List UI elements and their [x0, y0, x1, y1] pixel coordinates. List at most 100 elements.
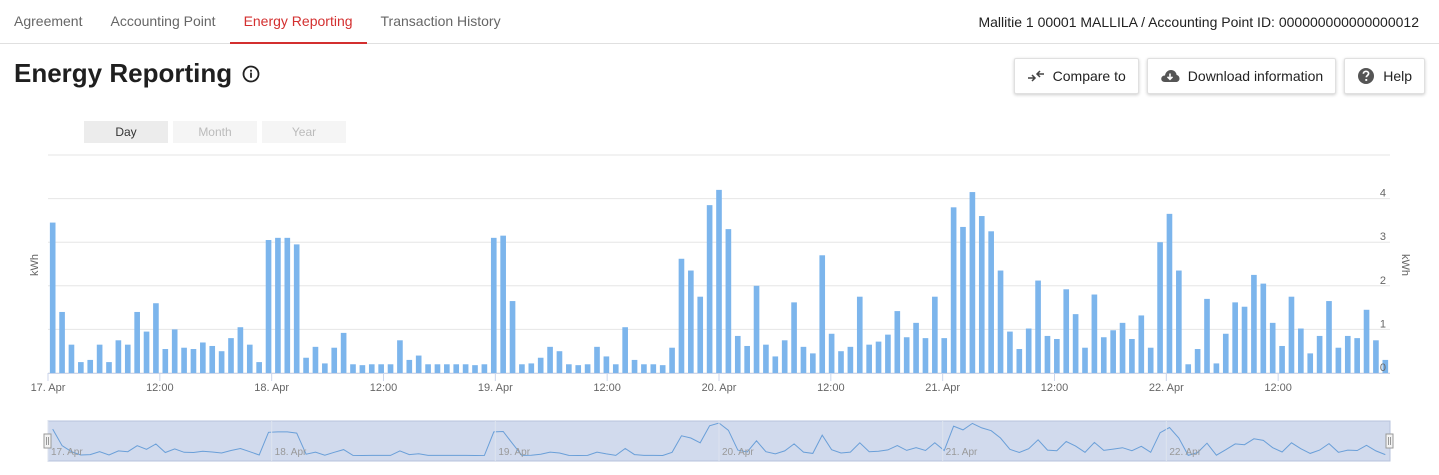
bar[interactable]	[481, 364, 488, 373]
bar[interactable]	[1251, 274, 1257, 373]
bar[interactable]	[49, 222, 56, 373]
bar[interactable]	[706, 205, 713, 373]
bar[interactable]	[275, 237, 281, 373]
bar[interactable]	[293, 244, 300, 373]
bar[interactable]	[68, 344, 75, 373]
bar[interactable]	[772, 356, 779, 373]
bar[interactable]	[603, 356, 610, 373]
download-button[interactable]: Download information	[1146, 58, 1337, 94]
bar[interactable]	[763, 344, 769, 373]
bar[interactable]	[819, 255, 826, 373]
navigator-handle-right[interactable]	[1385, 433, 1394, 449]
bar[interactable]	[228, 338, 234, 373]
bar[interactable]	[1335, 347, 1342, 373]
help-button[interactable]: Help	[1344, 58, 1425, 94]
bar[interactable]	[237, 327, 244, 373]
bar[interactable]	[866, 344, 872, 373]
info-icon[interactable]	[242, 65, 260, 83]
bar[interactable]	[894, 311, 901, 373]
compare-button[interactable]: Compare to	[1013, 58, 1139, 94]
bar[interactable]	[78, 362, 84, 373]
bar[interactable]	[753, 285, 760, 373]
navigator-handle-left[interactable]	[43, 433, 52, 449]
bar[interactable]	[1138, 315, 1145, 373]
bar[interactable]	[1326, 301, 1332, 373]
bar[interactable]	[1157, 242, 1163, 373]
bar[interactable]	[359, 365, 366, 373]
bar[interactable]	[669, 347, 675, 373]
bar[interactable]	[453, 364, 460, 373]
bar[interactable]	[932, 296, 938, 373]
bar[interactable]	[303, 357, 309, 373]
bar[interactable]	[519, 364, 525, 373]
bar[interactable]	[547, 346, 553, 373]
navigator[interactable]: 17. Apr 18. Apr 19. Apr 20. Apr 21. Apr 22. A…	[43, 420, 1394, 462]
bar[interactable]	[847, 346, 854, 373]
bar[interactable]	[162, 349, 169, 373]
tab-accounting-point[interactable]: Accounting Point	[96, 0, 229, 44]
bar[interactable]	[200, 342, 206, 373]
bar[interactable]	[190, 349, 197, 373]
bar[interactable]	[575, 365, 582, 373]
bar[interactable]	[256, 362, 262, 373]
bar[interactable]	[1176, 270, 1182, 373]
bar[interactable]	[828, 333, 835, 373]
bar[interactable]	[96, 344, 103, 373]
bar[interactable]	[528, 363, 535, 373]
bar[interactable]	[265, 240, 272, 373]
bar[interactable]	[913, 322, 919, 373]
bar[interactable]	[322, 363, 328, 373]
bar[interactable]	[997, 270, 1004, 373]
bar[interactable]	[1288, 296, 1295, 373]
bar[interactable]	[134, 311, 140, 373]
bar[interactable]	[1204, 298, 1210, 373]
bar[interactable]	[59, 311, 65, 373]
bar[interactable]	[659, 365, 666, 373]
bar[interactable]	[1363, 309, 1370, 373]
bar[interactable]	[1025, 328, 1032, 373]
bar[interactable]	[171, 329, 178, 373]
bar[interactable]	[941, 338, 948, 373]
bar[interactable]	[87, 359, 94, 373]
bar[interactable]	[368, 364, 375, 373]
bar[interactable]	[143, 331, 150, 373]
bar[interactable]	[1260, 283, 1267, 373]
bar[interactable]	[415, 355, 422, 373]
bar[interactable]	[1222, 333, 1229, 373]
bar[interactable]	[612, 364, 619, 373]
bar[interactable]	[284, 237, 291, 373]
bar[interactable]	[594, 346, 600, 373]
bar[interactable]	[622, 327, 628, 373]
bar[interactable]	[838, 351, 844, 373]
bar[interactable]	[434, 364, 441, 373]
tab-energy-reporting[interactable]: Energy Reporting	[229, 0, 367, 44]
bar[interactable]	[556, 351, 563, 373]
bar[interactable]	[1119, 322, 1126, 373]
bar[interactable]	[1241, 306, 1248, 373]
bar[interactable]	[988, 231, 994, 373]
bar[interactable]	[1016, 349, 1023, 373]
bar[interactable]	[1166, 213, 1173, 373]
bar[interactable]	[1129, 338, 1135, 373]
bar[interactable]	[1354, 338, 1360, 373]
bar[interactable]	[1232, 302, 1238, 373]
bar[interactable]	[716, 189, 722, 373]
bar[interactable]	[678, 258, 685, 373]
bar[interactable]	[312, 346, 319, 373]
bar[interactable]	[1063, 289, 1070, 373]
bar[interactable]	[744, 345, 750, 373]
bar[interactable]	[378, 364, 384, 373]
bar[interactable]	[641, 364, 647, 373]
bar[interactable]	[218, 351, 225, 373]
bar[interactable]	[1110, 330, 1116, 373]
bar[interactable]	[406, 359, 413, 373]
bar[interactable]	[1307, 353, 1314, 373]
bar[interactable]	[181, 347, 187, 373]
bar[interactable]	[1054, 338, 1060, 373]
bar[interactable]	[246, 344, 253, 373]
bar[interactable]	[1213, 363, 1220, 373]
bar[interactable]	[1373, 340, 1379, 373]
bar[interactable]	[631, 359, 638, 373]
bar[interactable]	[153, 303, 159, 373]
tab-agreement[interactable]: Agreement	[0, 0, 96, 44]
